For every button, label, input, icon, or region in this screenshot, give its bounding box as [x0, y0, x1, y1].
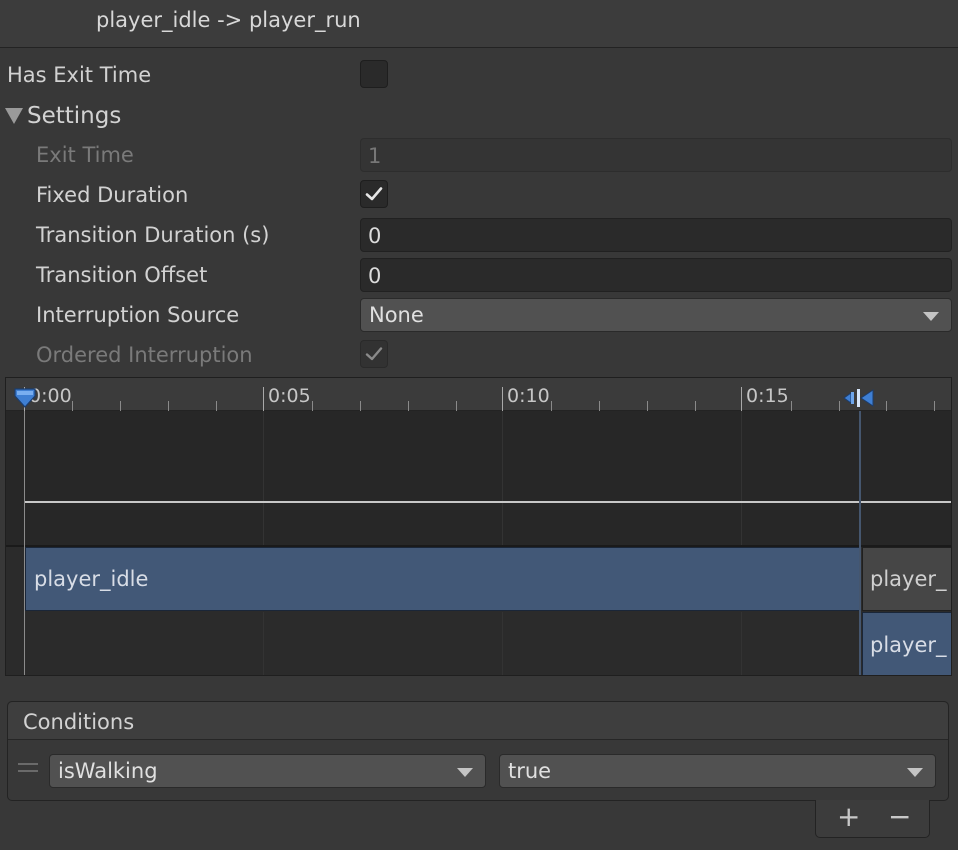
transition-start-marker-icon[interactable]: [13, 387, 37, 409]
has-exit-time-checkbox[interactable]: [360, 60, 388, 88]
tick-label: 0:05: [268, 385, 311, 407]
fixed-duration-checkbox[interactable]: [360, 180, 388, 208]
chevron-down-icon: [923, 312, 939, 321]
transition-duration-field[interactable]: 0: [360, 218, 952, 252]
has-exit-time-label: Has Exit Time: [7, 63, 152, 87]
exit-time-field: 1: [360, 138, 952, 172]
interruption-source-value: None: [369, 303, 424, 327]
transition-title: player_idle -> player_run: [96, 8, 361, 32]
condition-value-dropdown[interactable]: true: [499, 754, 936, 788]
tick-label: 0:10: [507, 385, 550, 407]
conditions-header: Conditions: [8, 702, 948, 740]
destination-clip-bar[interactable]: player_: [862, 612, 951, 675]
ordered-interruption-checkbox: [360, 340, 388, 368]
ordered-interruption-label: Ordered Interruption: [36, 343, 253, 367]
fixed-duration-label: Fixed Duration: [36, 183, 189, 207]
transition-offset-field[interactable]: 0: [360, 258, 952, 292]
transition-offset-label: Transition Offset: [36, 263, 208, 287]
conditions-title: Conditions: [23, 710, 135, 734]
add-condition-button[interactable]: +: [837, 800, 860, 833]
interruption-source-label: Interruption Source: [36, 303, 240, 327]
remove-condition-button[interactable]: −: [888, 800, 911, 833]
conditions-list: Conditions isWalking true: [7, 701, 949, 801]
transition-header: player_idle -> player_run: [0, 0, 958, 48]
source-clip-bar[interactable]: player_idle: [25, 547, 860, 611]
transition-curve-area: [6, 411, 951, 545]
condition-row[interactable]: isWalking true: [8, 741, 948, 801]
transition-timeline[interactable]: 0:00 0:05 0:10 0:15 player_idle player_: [5, 377, 952, 676]
destination-clip-bar-top[interactable]: player_: [862, 547, 951, 611]
condition-value-text: true: [508, 759, 552, 783]
conditions-footer: + −: [815, 800, 930, 838]
interruption-source-dropdown[interactable]: None: [360, 298, 952, 332]
checkmark-icon: [365, 347, 383, 361]
timeline-ruler[interactable]: 0:00 0:05 0:10 0:15: [6, 378, 951, 411]
chevron-down-icon: [457, 768, 473, 777]
condition-parameter-value: isWalking: [58, 759, 158, 783]
drag-handle-icon[interactable]: [18, 763, 38, 772]
clip-area: player_idle player_ player_: [6, 545, 951, 675]
transition-end-line: [859, 411, 861, 675]
transition-duration-label: Transition Duration (s): [36, 223, 270, 247]
transition-curve-line: [24, 501, 951, 503]
condition-parameter-dropdown[interactable]: isWalking: [49, 754, 486, 788]
transition-end-marker-icon[interactable]: [840, 387, 880, 409]
settings-foldout-arrow-icon[interactable]: [5, 108, 23, 124]
chevron-down-icon: [907, 768, 923, 777]
tick-label: 0:15: [746, 385, 789, 407]
settings-foldout-label[interactable]: Settings: [27, 103, 121, 129]
transition-start-line: [24, 411, 25, 675]
checkmark-icon: [365, 187, 383, 201]
exit-time-label: Exit Time: [36, 143, 134, 167]
